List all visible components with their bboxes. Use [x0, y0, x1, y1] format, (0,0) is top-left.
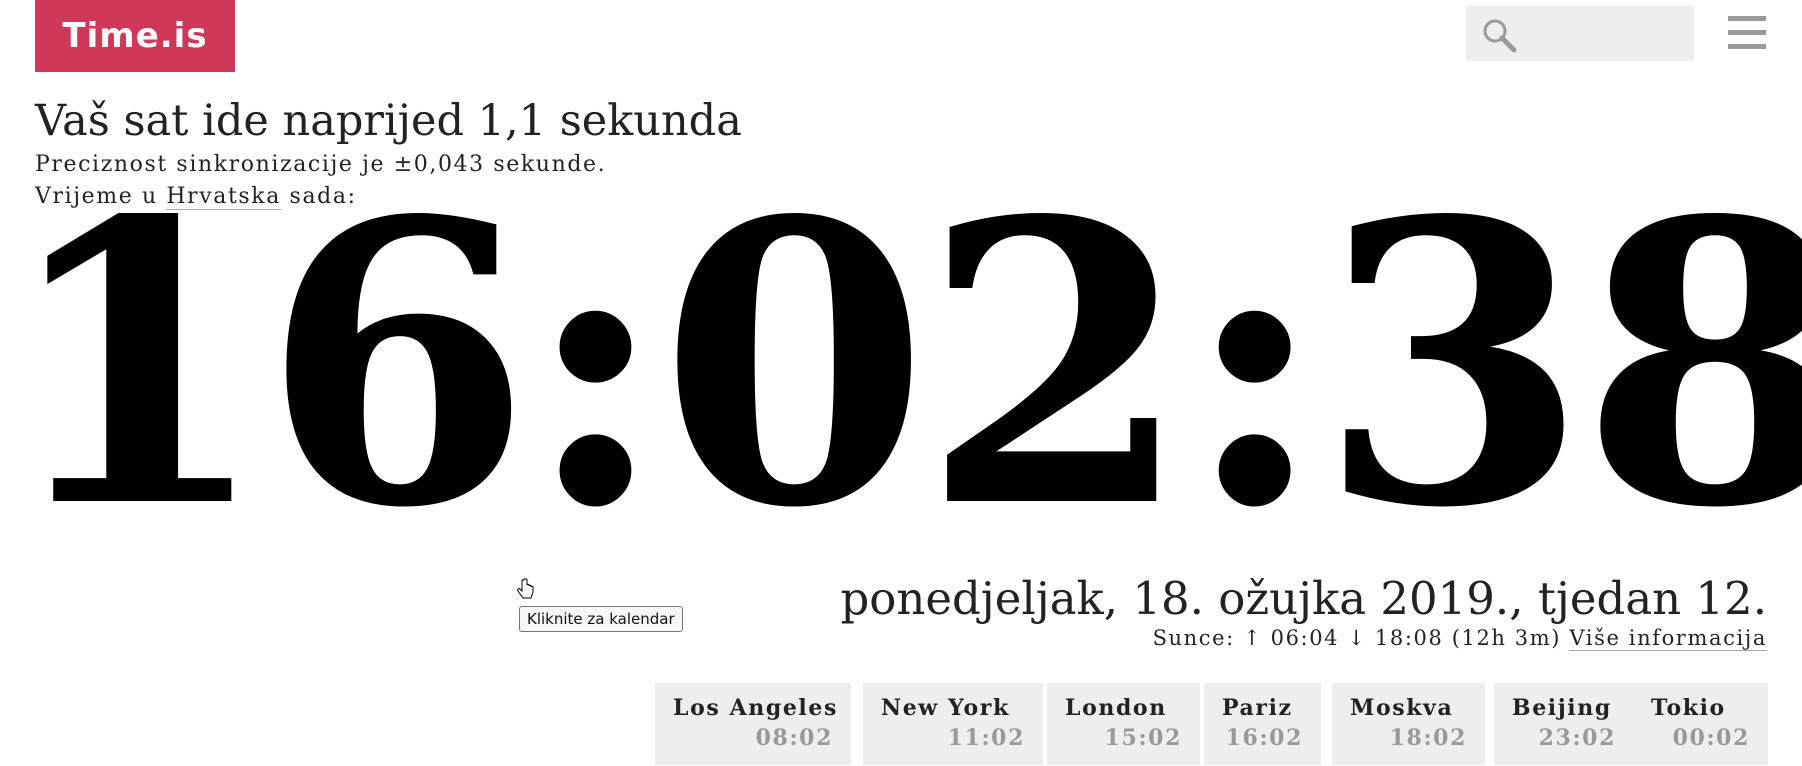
- city-pariz[interactable]: Pariz 16:02: [1204, 683, 1321, 765]
- city-london[interactable]: London 15:02: [1047, 683, 1200, 765]
- city-name: New York: [881, 695, 1010, 721]
- site-logo[interactable]: Time.is: [35, 0, 235, 72]
- sunrise-arrow-icon: ↑: [1243, 626, 1263, 650]
- sunrise-time: 06:04: [1262, 626, 1348, 650]
- search-icon: [1483, 19, 1517, 53]
- date-line[interactable]: ponedjeljak, 18. ožujka 2019., tjedan 12…: [840, 572, 1767, 625]
- city-name: Tokio: [1651, 695, 1726, 721]
- city-time: 23:02: [1538, 725, 1616, 751]
- city-time: 08:02: [755, 725, 833, 751]
- city-tokio[interactable]: Tokio 00:02: [1633, 683, 1768, 765]
- city-time: 18:02: [1389, 725, 1467, 751]
- main-clock: 16:02:38: [0, 137, 1802, 593]
- city-name: Beijing: [1512, 695, 1612, 721]
- sun-info: Sunce: ↑ 06:04 ↓ 18:08 (12h 3m) Više inf…: [1152, 626, 1767, 651]
- city-time: 11:02: [947, 725, 1025, 751]
- city-beijing[interactable]: Beijing 23:02: [1494, 683, 1634, 765]
- hand-cursor-icon: [516, 578, 536, 602]
- city-name: Los Angeles: [673, 695, 838, 721]
- calendar-tooltip: Kliknite za kalendar: [519, 606, 683, 632]
- sunset-time: 18:08 (12h 3m): [1366, 626, 1570, 650]
- sunset-arrow-icon: ↓: [1347, 626, 1367, 650]
- city-moskva[interactable]: Moskva 18:02: [1332, 683, 1485, 765]
- city-time: 00:02: [1672, 725, 1750, 751]
- city-new-york[interactable]: New York 11:02: [863, 683, 1043, 765]
- city-name: Moskva: [1350, 695, 1454, 721]
- world-clocks: Los Angeles 08:02 New York 11:02 London …: [655, 683, 1768, 765]
- city-time: 16:02: [1225, 725, 1303, 751]
- city-name: Pariz: [1222, 695, 1293, 721]
- hamburger-menu-icon[interactable]: [1728, 16, 1766, 52]
- more-info-link[interactable]: Više informacija: [1569, 626, 1767, 651]
- search-box[interactable]: [1466, 6, 1694, 61]
- search-input[interactable]: [1522, 14, 1686, 54]
- city-time: 15:02: [1104, 725, 1182, 751]
- sun-prefix: Sunce:: [1152, 626, 1244, 650]
- city-name: London: [1065, 695, 1167, 721]
- city-los-angeles[interactable]: Los Angeles 08:02: [655, 683, 851, 765]
